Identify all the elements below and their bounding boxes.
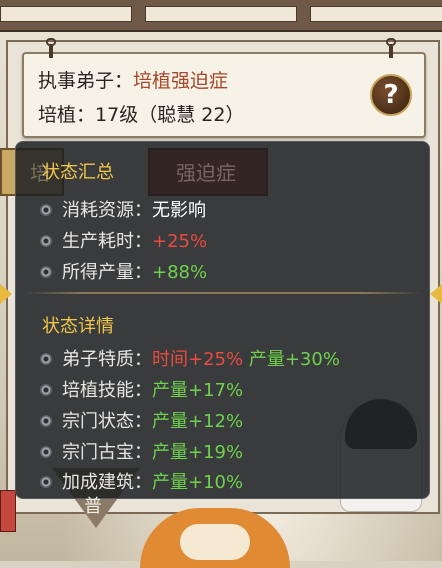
top-slat xyxy=(310,6,442,22)
summary-row-value: +25% xyxy=(152,231,208,252)
right-arrow-icon[interactable] xyxy=(430,284,442,304)
steward-label: 执事弟子： xyxy=(38,70,134,92)
bottom-banner-label: 普 xyxy=(84,496,102,517)
details-row: 加成建筑：产量+10% xyxy=(40,468,243,494)
left-arrow-icon[interactable] xyxy=(0,284,12,304)
background-left-tab-label: 培 xyxy=(30,161,50,185)
details-row-value: 产量+12% xyxy=(152,411,244,432)
section-divider xyxy=(24,292,422,294)
summary-title: 状态汇总 xyxy=(42,162,114,183)
top-slat xyxy=(145,6,297,22)
details-row: 宗门古宝：产量+19% xyxy=(40,438,243,464)
cultivation-level-line: 培植：17级（聪慧 22） xyxy=(38,100,244,127)
summary-row: 所得产量：+88% xyxy=(40,258,207,284)
details-row-value: 产量+10% xyxy=(152,472,244,493)
details-row-value: 产量+17% xyxy=(152,380,244,401)
top-slat xyxy=(0,6,132,22)
bullet-icon xyxy=(40,384,52,396)
details-row-value: 产量+19% xyxy=(152,442,244,463)
steward-name: 培植强迫症 xyxy=(133,70,229,92)
top-frame xyxy=(0,0,442,32)
details-row-label: 培植技能： xyxy=(62,380,152,401)
details-row-value-output: 产量+30% xyxy=(248,349,340,370)
disciple-info-card: 执事弟子：培植强迫症 培植：17级（聪慧 22） ? xyxy=(22,38,426,138)
bottom-left-button[interactable] xyxy=(0,490,16,532)
details-row-label: 宗门状态： xyxy=(62,411,152,432)
bullet-icon xyxy=(40,446,52,458)
summary-row-value: 无影响 xyxy=(152,200,206,221)
cultivation-label: 培植： xyxy=(38,104,96,126)
summary-row-label: 消耗资源： xyxy=(62,200,152,221)
help-button[interactable]: ? xyxy=(370,74,412,116)
details-row-label: 弟子特质： xyxy=(62,349,152,370)
details-title: 状态详情 xyxy=(42,316,114,337)
hanging-hook-icon xyxy=(46,38,56,60)
hanging-hook-icon xyxy=(386,38,396,60)
details-row-value-time: 时间+25% xyxy=(152,349,244,370)
details-row: 培植技能：产量+17% xyxy=(40,376,243,402)
status-tooltip: 状态汇总 消耗资源：无影响 生产耗时：+25% 所得产量：+88% 状态详情 弟… xyxy=(15,141,430,499)
cultivation-value: 17级（聪慧 22） xyxy=(95,104,245,126)
details-row-label: 宗门古宝： xyxy=(62,442,152,463)
details-row-label: 加成建筑： xyxy=(62,472,152,493)
bullet-icon xyxy=(40,476,52,488)
bullet-icon xyxy=(40,266,52,278)
summary-row-value: +88% xyxy=(152,262,208,283)
steward-disciple-line: 执事弟子：培植强迫症 xyxy=(38,66,228,93)
dog-face xyxy=(180,524,250,560)
summary-row-label: 生产耗时： xyxy=(62,231,152,252)
details-row: 宗门状态：产量+12% xyxy=(40,407,243,433)
summary-row: 消耗资源：无影响 xyxy=(40,196,206,222)
bullet-icon xyxy=(40,204,52,216)
summary-row-label: 所得产量： xyxy=(62,262,152,283)
summary-row: 生产耗时：+25% xyxy=(40,227,207,253)
background-tab-label: 强迫症 xyxy=(176,161,236,185)
details-row: 弟子特质：时间+25% 产量+30% xyxy=(40,345,340,371)
bullet-icon xyxy=(40,415,52,427)
bullet-icon xyxy=(40,353,52,365)
bullet-icon xyxy=(40,235,52,247)
